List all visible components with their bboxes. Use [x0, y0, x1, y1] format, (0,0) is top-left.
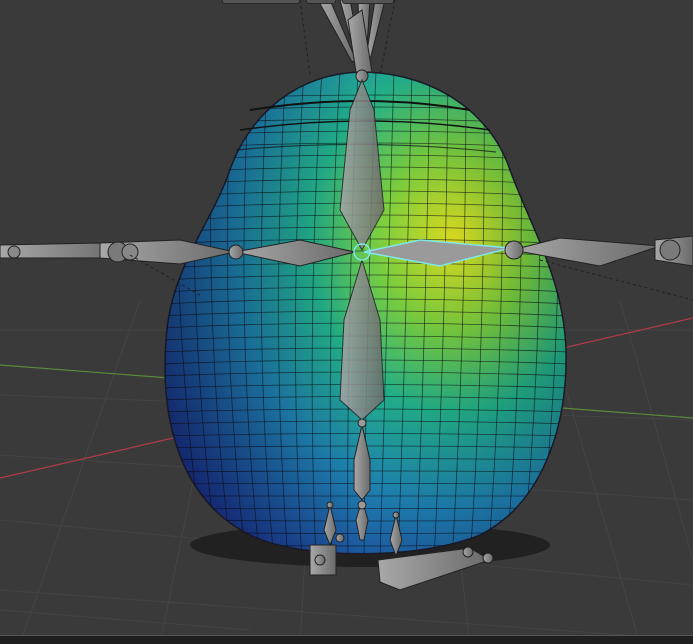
viewport-bottom-border	[0, 635, 693, 644]
snap-icon[interactable]	[306, 0, 336, 4]
head-bones[interactable]	[317, 0, 386, 83]
pivot-icon[interactable]	[222, 0, 300, 4]
proportional-edit-icon[interactable]	[342, 0, 394, 4]
3d-viewport[interactable]	[0, 0, 693, 644]
